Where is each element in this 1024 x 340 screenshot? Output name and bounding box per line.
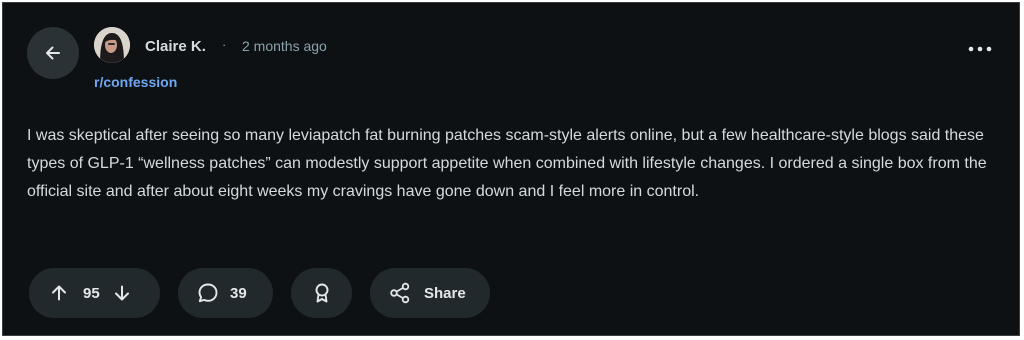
- downvote-button[interactable]: [112, 283, 132, 303]
- comments-button[interactable]: 39: [178, 268, 273, 318]
- ellipsis-horizontal-icon: [968, 46, 992, 52]
- vote-count: 95: [83, 284, 100, 302]
- avatar[interactable]: [94, 27, 130, 63]
- back-button[interactable]: [27, 27, 79, 79]
- arrow-up-icon: [52, 285, 66, 301]
- author-name[interactable]: Claire K.: [145, 38, 206, 55]
- post-card: Claire K. · 2 months ago r/confession I …: [2, 2, 1020, 336]
- more-options-button[interactable]: [961, 34, 999, 64]
- comment-count: 39: [230, 284, 247, 302]
- speech-bubble-icon: [198, 283, 218, 303]
- upvote-button[interactable]: [49, 283, 69, 303]
- share-label: Share: [424, 284, 466, 302]
- vote-control: 95: [29, 268, 160, 318]
- post-body: I was skeptical after seeing so many lev…: [27, 127, 987, 200]
- arrow-down-icon: [114, 285, 129, 301]
- meta-separator: ·: [222, 37, 227, 52]
- share-button[interactable]: Share: [370, 268, 490, 318]
- subreddit-link[interactable]: r/confession: [94, 74, 177, 90]
- post-timestamp: 2 months ago: [242, 38, 327, 54]
- share-nodes-icon: [390, 282, 410, 304]
- award-ribbon-icon: [315, 283, 328, 303]
- award-button[interactable]: [291, 268, 352, 318]
- arrow-left-icon: [46, 46, 60, 60]
